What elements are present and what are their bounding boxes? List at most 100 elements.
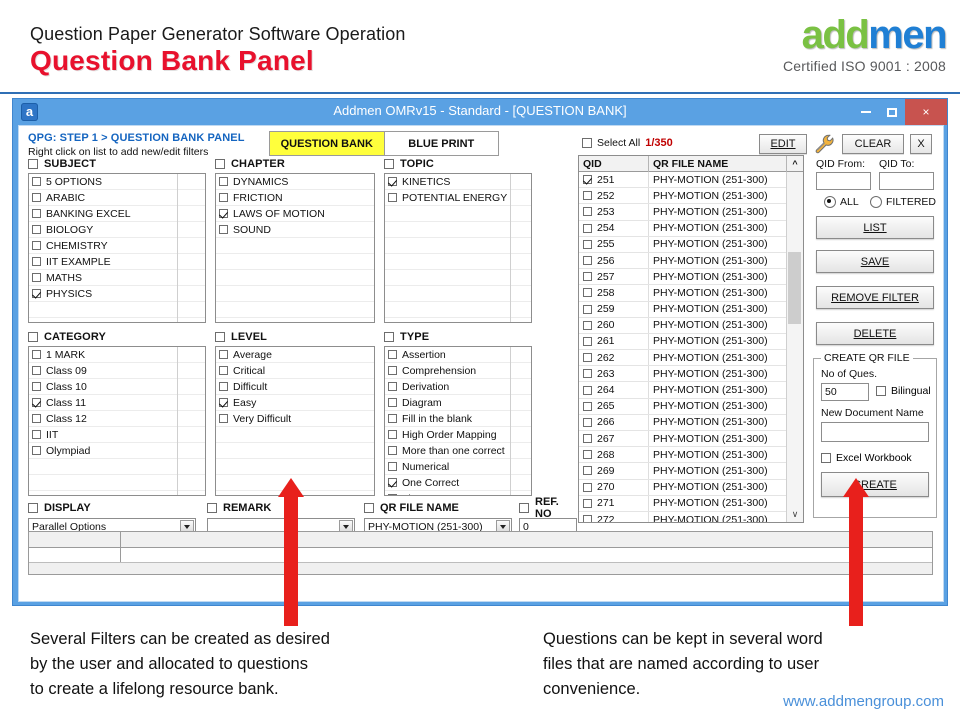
table-row[interactable]: 256 PHY-MOTION (251-300) <box>579 252 787 270</box>
filter-item[interactable]: DYNAMICS <box>216 174 374 190</box>
qid-cell[interactable]: 271 <box>579 495 649 511</box>
no-of-ques-input[interactable]: 50 <box>821 383 869 401</box>
filter-item-checkbox[interactable] <box>32 209 41 218</box>
filter-group-checkbox[interactable] <box>28 332 38 342</box>
window-titlebar[interactable]: a Addmen OMRv15 - Standard - [QUESTION B… <box>13 99 947 125</box>
table-row[interactable]: 254 PHY-MOTION (251-300) <box>579 220 787 237</box>
bilingual-checkbox[interactable] <box>876 386 886 396</box>
filter-item[interactable]: LAWS OF MOTION <box>216 206 374 222</box>
qid-cell[interactable]: 272 <box>579 511 649 522</box>
qid-list-scrollbar[interactable]: ∨ <box>786 172 803 522</box>
radio-filtered[interactable]: FILTERED <box>870 196 936 208</box>
filter-item[interactable]: IIT EXAMPLE <box>29 254 205 270</box>
table-row[interactable]: 261 PHY-MOTION (251-300) <box>579 333 787 351</box>
filter-listbox-topic[interactable]: KINETICS POTENTIAL ENERGY <box>384 173 532 323</box>
qid-cell[interactable]: 255 <box>579 236 649 252</box>
qid-row-checkbox[interactable] <box>583 336 592 346</box>
remark-checkbox[interactable] <box>207 503 217 513</box>
filter-group-checkbox[interactable] <box>384 159 394 169</box>
qid-cell[interactable]: 252 <box>579 188 649 204</box>
qid-cell[interactable]: 260 <box>579 317 649 333</box>
table-row[interactable]: 260 PHY-MOTION (251-300) <box>579 317 787 334</box>
filter-item-checkbox[interactable] <box>388 414 397 423</box>
filter-item-checkbox[interactable] <box>32 446 41 455</box>
tab-question-bank[interactable]: QUESTION BANK <box>270 132 384 155</box>
filter-item[interactable]: FRICTION <box>216 190 374 206</box>
qid-row-checkbox[interactable] <box>583 223 592 233</box>
filter-item[interactable]: Critical <box>216 363 374 379</box>
table-row[interactable]: 257 PHY-MOTION (251-300) <box>579 269 787 286</box>
filter-item-checkbox[interactable] <box>388 478 397 487</box>
filter-item-checkbox[interactable] <box>388 446 397 455</box>
filter-item-checkbox[interactable] <box>219 382 228 391</box>
qid-row-checkbox[interactable] <box>583 175 592 185</box>
filter-group-header-type[interactable]: TYPE <box>384 331 429 343</box>
filter-item[interactable]: ARABIC <box>29 190 205 206</box>
table-row[interactable]: 251 PHY-MOTION (251-300) <box>579 172 787 189</box>
table-row[interactable]: 268 PHY-MOTION (251-300) <box>579 447 787 464</box>
ref-no-checkbox[interactable] <box>519 503 529 513</box>
filter-item-checkbox[interactable] <box>388 430 397 439</box>
ref-no-header[interactable]: REF. NO <box>519 496 577 520</box>
table-row[interactable]: 266 PHY-MOTION (251-300) <box>579 414 787 431</box>
qid-cell[interactable]: 266 <box>579 414 649 430</box>
table-row[interactable]: 253 PHY-MOTION (251-300) <box>579 204 787 221</box>
qid-cell[interactable]: 262 <box>579 350 649 366</box>
qid-cell[interactable]: 257 <box>579 269 649 285</box>
table-row[interactable]: 252 PHY-MOTION (251-300) <box>579 188 787 205</box>
qid-row-checkbox[interactable] <box>583 466 592 476</box>
filter-item-checkbox[interactable] <box>32 382 41 391</box>
create-button[interactable]: CREATE <box>821 472 929 497</box>
qid-cell[interactable]: 258 <box>579 285 649 301</box>
qid-from-input[interactable] <box>816 172 871 190</box>
close-icon[interactable]: × <box>905 99 947 125</box>
table-row[interactable]: 269 PHY-MOTION (251-300) <box>579 463 787 480</box>
table-row[interactable]: 267 PHY-MOTION (251-300) <box>579 431 787 448</box>
scroll-down-icon[interactable]: ∨ <box>787 506 803 522</box>
clear-button[interactable]: CLEAR <box>842 134 904 154</box>
filter-item-checkbox[interactable] <box>32 257 41 266</box>
filter-item[interactable]: Difficult <box>216 379 374 395</box>
remove-filter-button[interactable]: REMOVE FILTER <box>816 286 934 309</box>
table-row[interactable]: 272 PHY-MOTION (251-300) <box>579 511 787 522</box>
filter-item-checkbox[interactable] <box>388 350 397 359</box>
scrollbar-thumb[interactable] <box>788 252 801 324</box>
display-checkbox[interactable] <box>28 503 38 513</box>
qid-cell[interactable]: 251 <box>579 172 649 188</box>
filter-item[interactable]: Class 12 <box>29 411 205 427</box>
filter-item[interactable]: Olympiad <box>29 443 205 459</box>
qid-row-checkbox[interactable] <box>583 272 592 282</box>
filter-item-checkbox[interactable] <box>219 398 228 407</box>
minimize-icon[interactable] <box>853 99 879 125</box>
excel-workbook-checkbox[interactable] <box>821 453 831 463</box>
qid-row-checkbox[interactable] <box>583 369 592 379</box>
qid-row-checkbox[interactable] <box>583 515 592 522</box>
qid-row-checkbox[interactable] <box>583 304 592 314</box>
filter-item[interactable]: Easy <box>216 395 374 411</box>
table-row[interactable]: 255 PHY-MOTION (251-300) <box>579 236 787 253</box>
filter-item[interactable]: PHYSICS <box>29 286 205 302</box>
filter-group-header-level[interactable]: LEVEL <box>215 331 267 343</box>
filter-item-checkbox[interactable] <box>388 398 397 407</box>
filter-item-checkbox[interactable] <box>219 177 228 186</box>
table-row[interactable]: 258 PHY-MOTION (251-300) <box>579 285 787 302</box>
excel-workbook-option[interactable]: Excel Workbook <box>821 452 912 464</box>
table-row[interactable]: 259 PHY-MOTION (251-300) <box>579 301 787 318</box>
qr-file-name-header[interactable]: QR FILE NAME <box>364 501 512 515</box>
filter-group-checkbox[interactable] <box>215 332 225 342</box>
qid-row-checkbox[interactable] <box>583 256 592 266</box>
qid-cell[interactable]: 263 <box>579 366 649 382</box>
qid-row-checkbox[interactable] <box>583 434 592 444</box>
new-document-name-input[interactable] <box>821 422 929 442</box>
filter-group-header-category[interactable]: CATEGORY <box>28 331 106 343</box>
toolbar-close-button[interactable]: X <box>910 134 932 154</box>
tab-blue-print[interactable]: BLUE PRINT <box>385 132 499 155</box>
filter-listbox-subject[interactable]: 5 OPTIONS ARABIC BANKING EXCEL BIOLOGY CHEMI… <box>28 173 206 323</box>
qr-file-name-checkbox[interactable] <box>364 503 374 513</box>
table-row[interactable]: 264 PHY-MOTION (251-300) <box>579 382 787 399</box>
filter-group-checkbox[interactable] <box>215 159 225 169</box>
qid-row-checkbox[interactable] <box>583 498 592 508</box>
qid-column-header[interactable]: QID <box>579 156 649 172</box>
filter-item-checkbox[interactable] <box>219 350 228 359</box>
filter-item[interactable]: Class 10 <box>29 379 205 395</box>
